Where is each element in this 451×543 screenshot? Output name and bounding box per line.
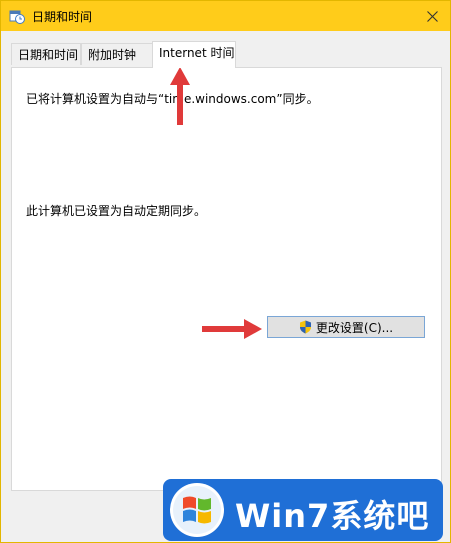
watermark-text: Win7系统吧: [235, 497, 430, 535]
date-time-icon: [9, 10, 25, 24]
change-settings-button[interactable]: 更改设置(C)...: [267, 316, 425, 338]
change-settings-label: 更改设置(C)...: [315, 320, 394, 335]
schedule-message: 此计算机已设置为自动定期同步。: [26, 204, 207, 218]
tab-date-time[interactable]: 日期和时间: [11, 43, 81, 65]
close-icon: [426, 10, 438, 22]
red-arrow-icon: [170, 67, 190, 125]
uac-shield-icon: [299, 320, 311, 334]
tab-internet-time[interactable]: Internet 时间: [152, 41, 236, 68]
red-arrow-icon: [202, 319, 262, 339]
close-button[interactable]: [414, 1, 450, 31]
date-time-dialog: 日期和时间 日期和时间 附加时钟 Internet 时间 已将计算机设置为自动与…: [0, 0, 451, 543]
windows-orb-icon: [170, 483, 224, 537]
watermark-logo: Win7系统吧: [163, 479, 443, 541]
window-title: 日期和时间: [32, 10, 93, 24]
title-bar: 日期和时间: [1, 1, 450, 31]
internet-time-panel: 已将计算机设置为自动与“time.windows.com”同步。 此计算机已设置…: [11, 67, 442, 491]
tab-additional-clocks[interactable]: 附加时钟: [81, 43, 153, 65]
